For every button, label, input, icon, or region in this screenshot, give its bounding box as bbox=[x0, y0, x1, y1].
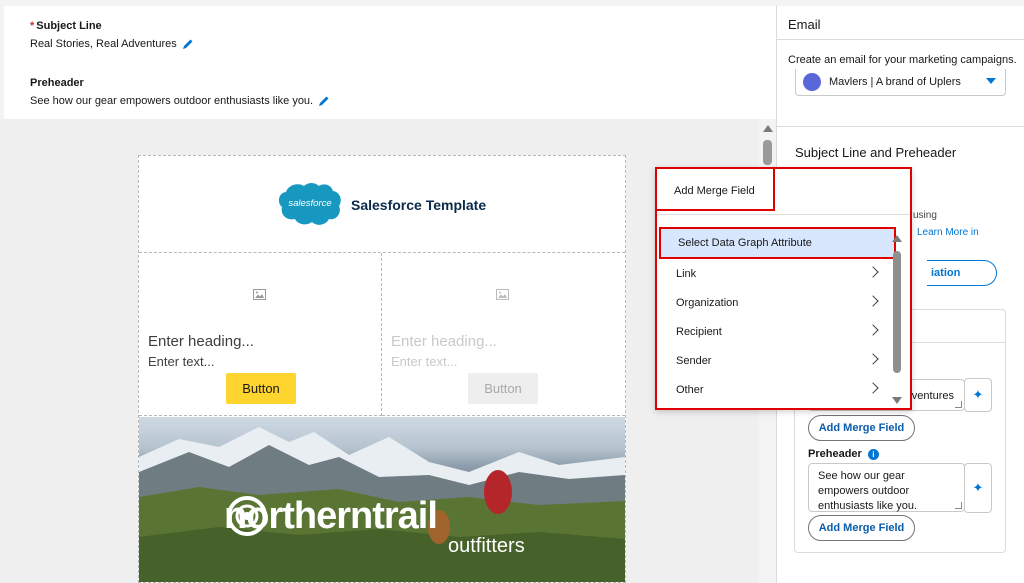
generate-variation-button[interactable]: iation bbox=[927, 260, 997, 286]
popover-scrollbar[interactable] bbox=[890, 229, 904, 404]
scroll-up-icon[interactable] bbox=[763, 125, 773, 132]
preheader-text: See how our gear empowers outdoor enthus… bbox=[30, 95, 314, 107]
section-title: Subject Line and Preheader bbox=[795, 145, 957, 160]
menu-item-sender[interactable]: Sender bbox=[661, 346, 891, 375]
chevron-right-icon bbox=[867, 324, 879, 336]
image-placeholder-icon[interactable] bbox=[496, 289, 509, 300]
subject-line-value[interactable]: Real Stories, Real Adventures bbox=[30, 38, 194, 50]
salesforce-logo-text: salesforce bbox=[288, 198, 331, 209]
chevron-down-icon[interactable] bbox=[986, 78, 996, 84]
preheader-value[interactable]: See how our gear empowers outdoor enthus… bbox=[30, 95, 330, 107]
menu-item-link[interactable]: Link bbox=[661, 259, 891, 288]
add-merge-field-button[interactable]: Add Merge Field bbox=[808, 415, 915, 441]
preheader-textarea[interactable]: See how our gear empowers outdoor enthus… bbox=[808, 463, 965, 512]
merge-field-menu: Select Data Graph Attribute Link Organiz… bbox=[659, 227, 896, 404]
required-indicator: * bbox=[30, 20, 35, 32]
email-header-block[interactable]: salesforce Salesforce Template bbox=[139, 156, 625, 253]
popover-title: Add Merge Field bbox=[674, 185, 755, 197]
preheader-textarea-text: See how our gear empowers outdoor enthus… bbox=[818, 470, 918, 512]
subject-line-text: Real Stories, Real Adventures bbox=[30, 38, 177, 50]
content-column-left[interactable]: Enter heading... Enter text... Button bbox=[139, 253, 382, 416]
menu-item-label: Other bbox=[676, 383, 704, 396]
hero-image[interactable]: northern trail outfitters bbox=[139, 417, 625, 582]
menu-item-label: Select Data Graph Attribute bbox=[678, 237, 812, 249]
menu-item-organization[interactable]: Organization bbox=[661, 288, 891, 317]
menu-item-label: Link bbox=[676, 267, 697, 280]
scroll-up-icon[interactable] bbox=[892, 235, 902, 242]
einstein-sparkle-icon[interactable]: ✦ bbox=[964, 378, 992, 412]
chevron-right-icon bbox=[867, 353, 879, 365]
divider bbox=[777, 126, 1024, 127]
image-placeholder-icon[interactable] bbox=[253, 289, 266, 300]
brand-select-value: Mavlers | A brand of Uplers bbox=[829, 76, 961, 88]
hero-brand-sub: outfitters bbox=[448, 535, 525, 557]
chevron-right-icon bbox=[867, 295, 879, 307]
email-properties-panel: * Subject Line Real Stories, Real Adventu… bbox=[4, 6, 776, 119]
trail-emblem-icon bbox=[227, 496, 267, 536]
scroll-down-icon[interactable] bbox=[892, 397, 902, 404]
email-button-right[interactable]: Button bbox=[468, 373, 538, 404]
menu-item-label: Recipient bbox=[676, 325, 722, 338]
einstein-sparkle-icon[interactable]: ✦ bbox=[964, 463, 992, 513]
preheader-label-text: Preheader bbox=[808, 448, 862, 460]
salesforce-logo: salesforce bbox=[278, 183, 341, 225]
content-column-right[interactable]: Enter heading... Enter text... Button bbox=[382, 253, 625, 416]
popover-header: Add Merge Field bbox=[657, 169, 910, 215]
brand-select[interactable]: Mavlers | A brand of Uplers bbox=[795, 69, 1006, 96]
scrollbar-thumb[interactable] bbox=[763, 140, 772, 165]
edit-pencil-icon[interactable] bbox=[318, 95, 330, 107]
edit-pencil-icon[interactable] bbox=[182, 38, 194, 50]
email-button-left[interactable]: Button bbox=[226, 373, 296, 404]
info-icon[interactable]: i bbox=[867, 448, 879, 460]
brand-avatar-icon bbox=[803, 73, 821, 91]
subject-line-label-text: Subject Line bbox=[36, 20, 102, 32]
scrollbar-thumb[interactable] bbox=[893, 251, 901, 373]
text-placeholder[interactable]: Enter text... bbox=[148, 354, 214, 369]
subject-line-label: * Subject Line bbox=[30, 20, 102, 32]
chevron-right-icon bbox=[867, 382, 879, 394]
menu-item-recipient[interactable]: Recipient bbox=[661, 317, 891, 346]
menu-item-label: Sender bbox=[676, 354, 712, 367]
resize-handle-icon[interactable] bbox=[955, 401, 962, 408]
resize-handle-icon[interactable] bbox=[955, 502, 962, 509]
preheader-field-label: Preheader i bbox=[808, 448, 879, 460]
learn-more-link[interactable]: Learn More in bbox=[917, 227, 979, 238]
chevron-right-icon bbox=[867, 266, 879, 278]
hero-brand-word2: trail bbox=[372, 495, 438, 537]
merge-field-popover: Add Merge Field Select Data Graph Attrib… bbox=[655, 167, 912, 410]
text-placeholder[interactable]: Enter text... bbox=[391, 354, 457, 369]
heading-placeholder[interactable]: Enter heading... bbox=[391, 333, 497, 350]
panel-header: Email bbox=[777, 6, 1024, 40]
heading-placeholder[interactable]: Enter heading... bbox=[148, 333, 254, 350]
add-merge-field-button[interactable]: Add Merge Field bbox=[808, 515, 915, 541]
panel-title: Email bbox=[788, 17, 821, 32]
panel-description: Create an email for your marketing campa… bbox=[788, 54, 1017, 66]
menu-item-other[interactable]: Other bbox=[661, 375, 891, 404]
menu-item-select-data-graph-attribute[interactable]: Select Data Graph Attribute bbox=[659, 227, 896, 259]
northern-trail-logo: northern trail bbox=[224, 495, 438, 538]
template-title: Salesforce Template bbox=[351, 197, 487, 213]
email-body: salesforce Salesforce Template Enter hea… bbox=[138, 155, 626, 583]
menu-item-label: Organization bbox=[676, 296, 739, 309]
preheader-label: Preheader bbox=[30, 77, 84, 89]
section-help-text: using bbox=[913, 210, 937, 221]
